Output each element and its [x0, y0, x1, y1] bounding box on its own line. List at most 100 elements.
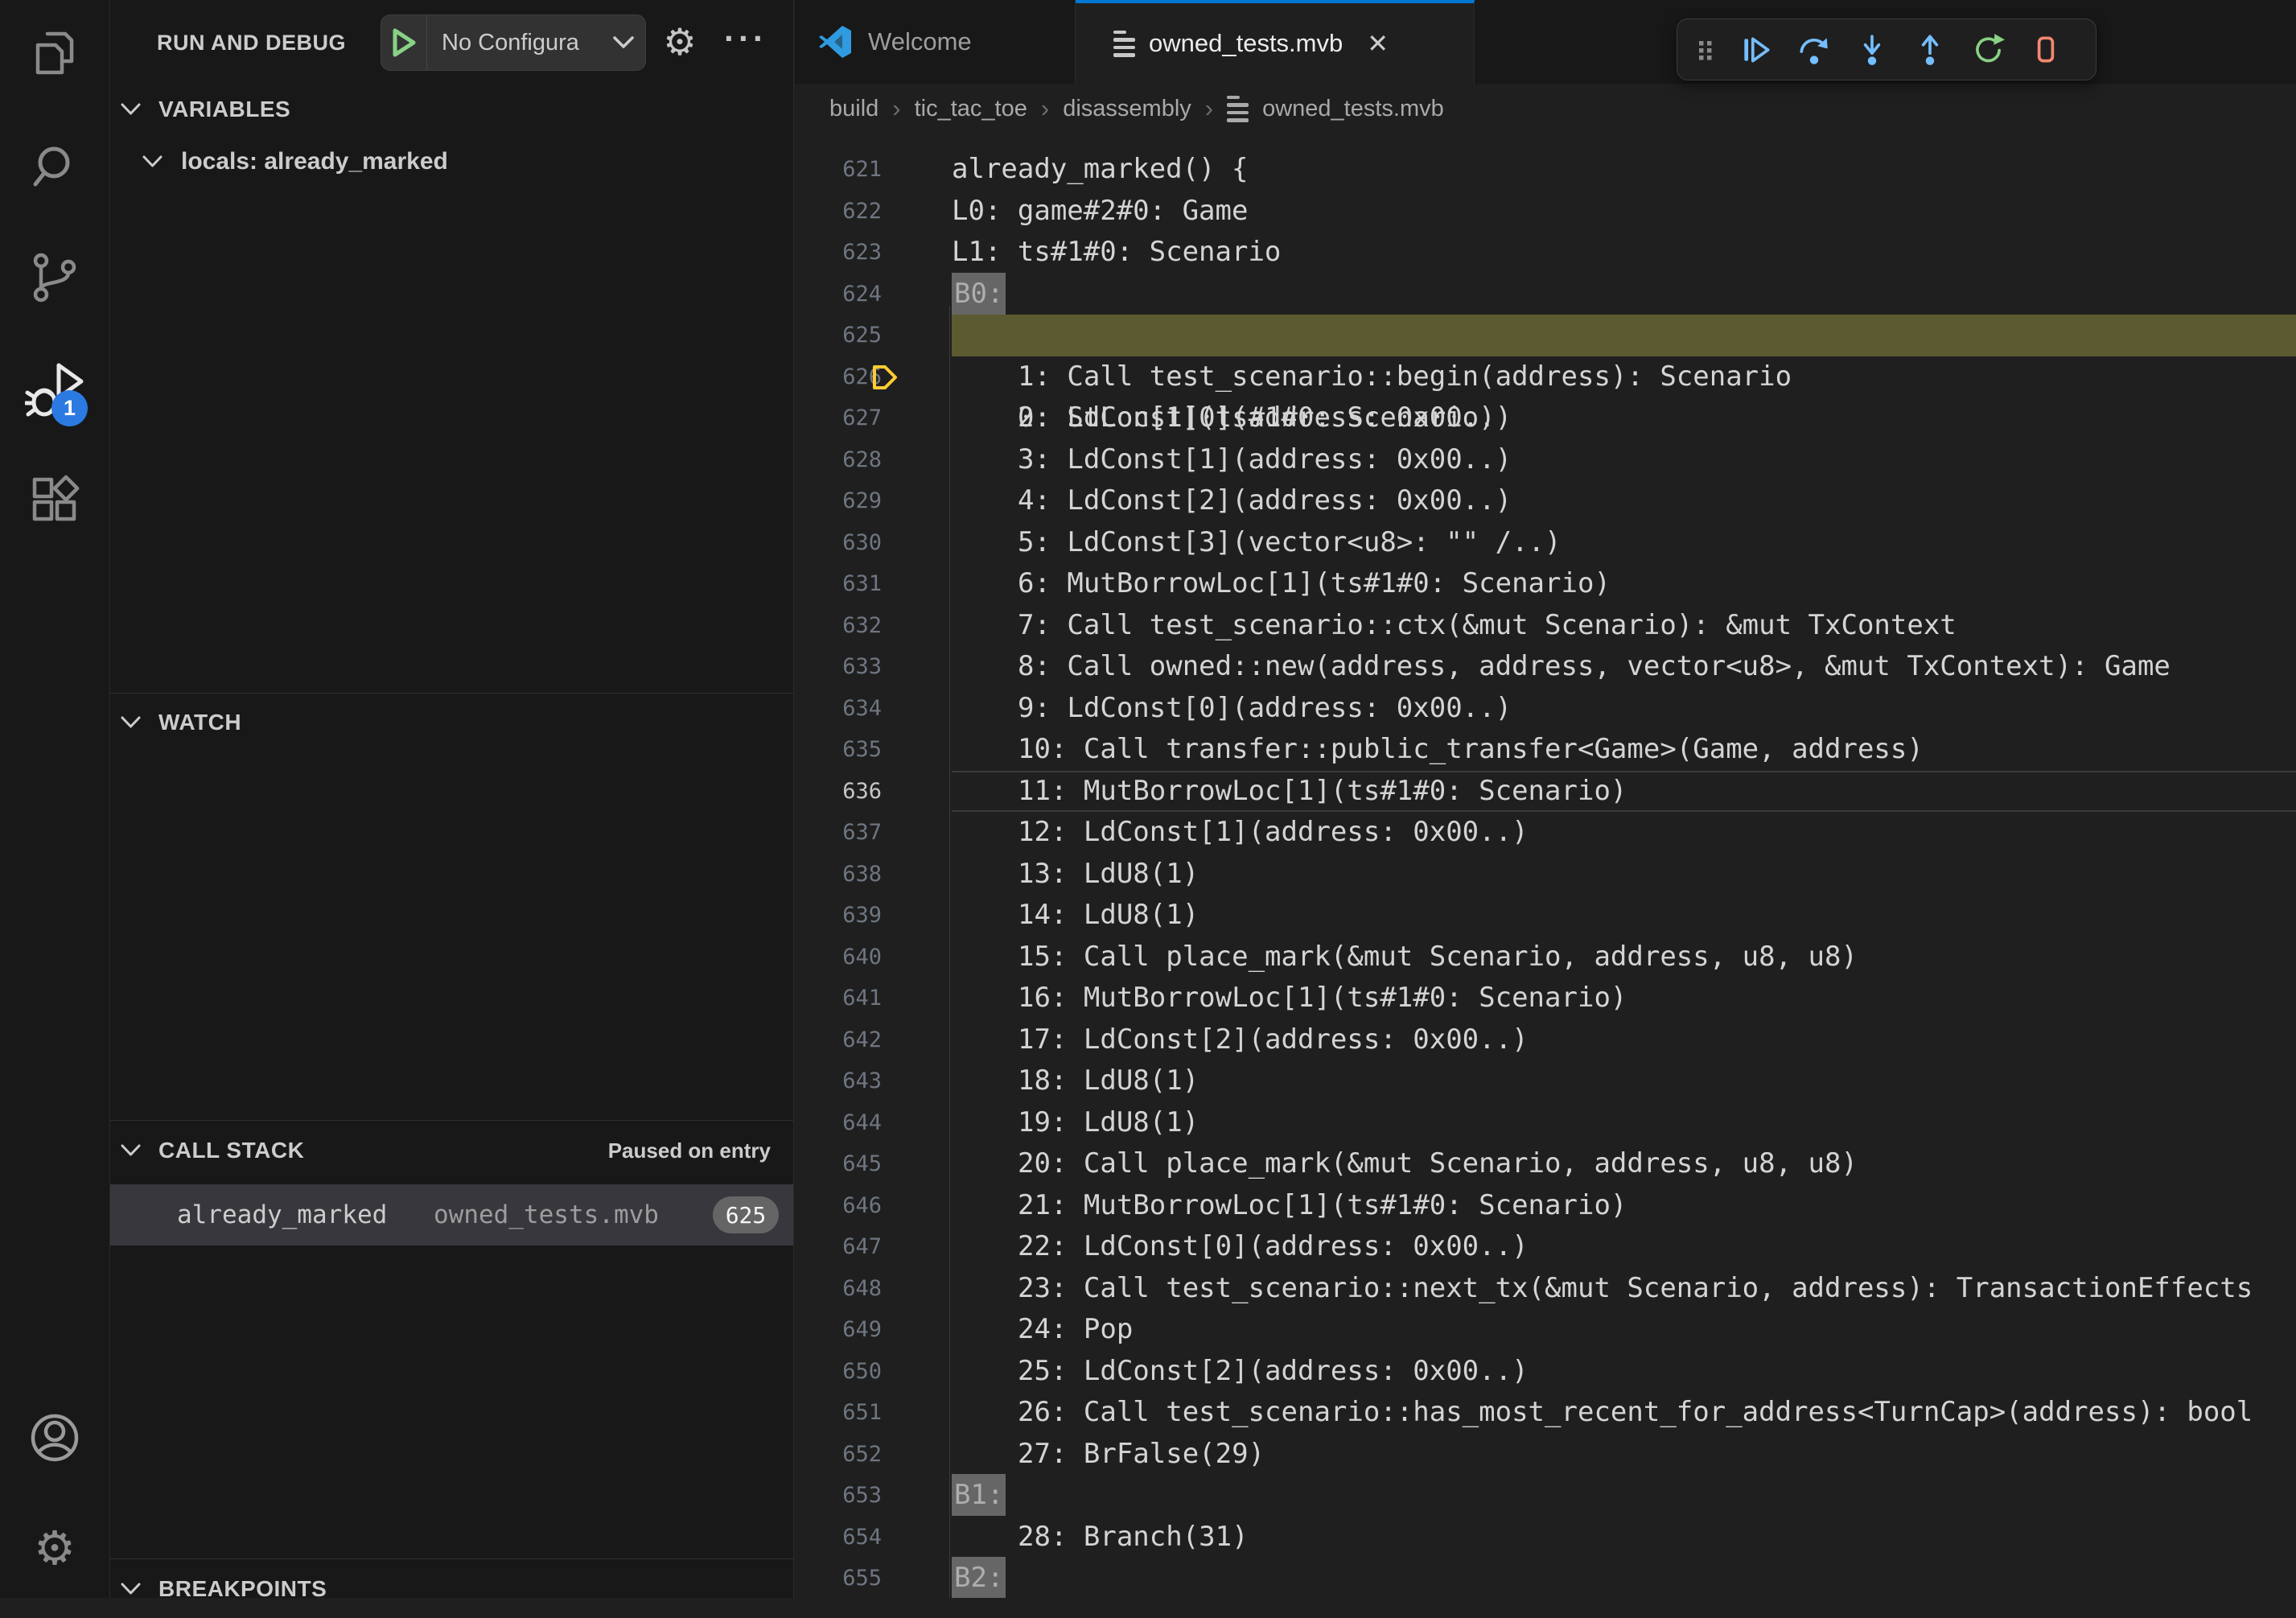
- code-line-634[interactable]: 6349: LdConst[0](address: 0x00..): [795, 688, 2296, 730]
- code-line-636[interactable]: 63611: MutBorrowLoc[1](ts#1#0: Scenario): [795, 771, 2296, 813]
- tab-owned-tests[interactable]: owned_tests.mvb ✕: [1076, 0, 1475, 84]
- code-line-653[interactable]: 653B1:: [795, 1475, 2296, 1517]
- code-line-637[interactable]: 63712: LdConst[1](address: 0x00..): [795, 812, 2296, 854]
- code-line-645[interactable]: 64520: Call place_mark(&mut Scenario, ad…: [795, 1143, 2296, 1185]
- code-line-640[interactable]: 64015: Call place_mark(&mut Scenario, ad…: [795, 937, 2296, 978]
- line-number[interactable]: 633: [795, 646, 882, 688]
- toolbar-drag-handle[interactable]: [1684, 22, 1727, 78]
- call-stack-frame-row[interactable]: already_marked owned_tests.mvb 625: [110, 1184, 793, 1245]
- line-number[interactable]: 621: [795, 149, 882, 191]
- stop-button[interactable]: [2017, 22, 2075, 78]
- locals-scope-row[interactable]: locals: already_marked: [110, 133, 793, 191]
- vscode-logo-icon: [817, 23, 854, 60]
- line-number[interactable]: 652: [795, 1434, 882, 1476]
- line-number[interactable]: 650: [795, 1351, 882, 1393]
- line-number[interactable]: 636: [795, 771, 882, 813]
- debug-settings-button[interactable]: ⚙: [656, 18, 704, 66]
- line-number[interactable]: 623: [795, 232, 882, 274]
- code-editor[interactable]: 621already_marked() {622L0: game#2#0: Ga…: [795, 134, 2296, 1598]
- line-number[interactable]: 655: [795, 1558, 882, 1598]
- line-number[interactable]: 648: [795, 1268, 882, 1310]
- code-line-621[interactable]: 621already_marked() {: [795, 149, 2296, 191]
- code-line-639[interactable]: 63914: LdU8(1): [795, 895, 2296, 937]
- line-number[interactable]: 646: [795, 1185, 882, 1227]
- code-line-632[interactable]: 6327: Call test_scenario::ctx(&mut Scena…: [795, 605, 2296, 647]
- line-number[interactable]: 639: [795, 895, 882, 937]
- code-line-629[interactable]: 6294: LdConst[2](address: 0x00..): [795, 480, 2296, 522]
- close-icon[interactable]: ✕: [1367, 31, 1389, 56]
- line-number[interactable]: 629: [795, 480, 882, 522]
- line-number[interactable]: 630: [795, 522, 882, 564]
- line-number[interactable]: 641: [795, 978, 882, 1019]
- line-number[interactable]: 624: [795, 274, 882, 315]
- code-line-654[interactable]: 65428: Branch(31): [795, 1517, 2296, 1558]
- call-stack-section-header[interactable]: CALL STACK Paused on entry: [110, 1122, 793, 1180]
- line-number[interactable]: 649: [795, 1309, 882, 1351]
- line-number[interactable]: 640: [795, 937, 882, 978]
- code-line-623[interactable]: 623L1: ts#1#0: Scenario: [795, 232, 2296, 274]
- line-number[interactable]: 643: [795, 1060, 882, 1102]
- code-line-642[interactable]: 64217: LdConst[2](address: 0x00..): [795, 1019, 2296, 1061]
- code-line-622[interactable]: 622L0: game#2#0: Game: [795, 191, 2296, 233]
- code-line-643[interactable]: 64318: LdU8(1): [795, 1060, 2296, 1102]
- code-line-652[interactable]: 65227: BrFalse(29): [795, 1434, 2296, 1476]
- variables-section-header[interactable]: VARIABLES: [110, 80, 793, 138]
- sidebar-item-extensions[interactable]: [0, 456, 109, 546]
- sidebar-item-run-and-debug[interactable]: 1: [0, 345, 109, 435]
- code-line-631[interactable]: 6316: MutBorrowLoc[1](ts#1#0: Scenario): [795, 563, 2296, 605]
- restart-button[interactable]: [1959, 22, 2017, 78]
- line-number[interactable]: 654: [795, 1517, 882, 1558]
- code-line-627[interactable]: 6272: StLoc[1](ts#1#0: Scenario): [795, 397, 2296, 439]
- breadcrumb-item[interactable]: tic_tac_toe: [915, 96, 1027, 122]
- breadcrumb-item[interactable]: owned_tests.mvb: [1262, 96, 1444, 122]
- continue-button[interactable]: [1727, 22, 1785, 78]
- line-number[interactable]: 635: [795, 729, 882, 771]
- sidebar-item-search[interactable]: [0, 123, 109, 213]
- code-line-630[interactable]: 6305: LdConst[3](vector<u8>: "" /..): [795, 522, 2296, 564]
- step-over-button[interactable]: [1785, 22, 1843, 78]
- code-line-635[interactable]: 63510: Call transfer::public_transfer<Ga…: [795, 729, 2296, 771]
- line-number[interactable]: 642: [795, 1019, 882, 1061]
- account-button[interactable]: [0, 1394, 109, 1484]
- step-out-button[interactable]: [1901, 22, 1959, 78]
- line-number[interactable]: 647: [795, 1226, 882, 1268]
- line-number[interactable]: 651: [795, 1392, 882, 1434]
- tab-welcome[interactable]: Welcome: [795, 0, 1076, 84]
- line-number[interactable]: 645: [795, 1143, 882, 1185]
- code-line-641[interactable]: 64116: MutBorrowLoc[1](ts#1#0: Scenario): [795, 978, 2296, 1019]
- code-line-646[interactable]: 64621: MutBorrowLoc[1](ts#1#0: Scenario): [795, 1185, 2296, 1227]
- code-line-644[interactable]: 64419: LdU8(1): [795, 1102, 2296, 1144]
- code-line-655[interactable]: 655B2:: [795, 1558, 2296, 1598]
- code-line-648[interactable]: 64823: Call test_scenario::next_tx(&mut …: [795, 1268, 2296, 1310]
- step-into-button[interactable]: [1843, 22, 1901, 78]
- code-line-626[interactable]: 6261: Call test_scenario::begin(address)…: [795, 356, 2296, 398]
- sidebar-item-explorer[interactable]: [0, 10, 109, 101]
- code-line-651[interactable]: 65126: Call test_scenario::has_most_rece…: [795, 1392, 2296, 1434]
- views-more-actions-button[interactable]: ···: [715, 14, 776, 63]
- code-line-638[interactable]: 63813: LdU8(1): [795, 854, 2296, 895]
- vscode-window: 1 ⚙ RUN AND DEBUG: [0, 0, 2296, 1598]
- line-number[interactable]: 644: [795, 1102, 882, 1144]
- line-number[interactable]: 631: [795, 563, 882, 605]
- line-number[interactable]: 653: [795, 1475, 882, 1517]
- settings-button[interactable]: ⚙: [0, 1504, 109, 1594]
- line-number[interactable]: 637: [795, 812, 882, 854]
- breadcrumb-item[interactable]: disassembly: [1063, 96, 1191, 122]
- line-number[interactable]: 638: [795, 854, 882, 895]
- line-number[interactable]: 632: [795, 605, 882, 647]
- breakpoints-section-header[interactable]: BREAKPOINTS: [110, 1560, 793, 1618]
- line-number[interactable]: 622: [795, 191, 882, 233]
- watch-section-header[interactable]: WATCH: [110, 694, 793, 751]
- sidebar-item-source-control[interactable]: [0, 234, 109, 324]
- breadcrumb-item[interactable]: build: [829, 96, 878, 122]
- launch-configuration-dropdown[interactable]: No Configura: [381, 14, 646, 71]
- code-line-625[interactable]: 6250: LdConst[0](address: 0x00..): [795, 315, 2296, 356]
- code-line-650[interactable]: 65025: LdConst[2](address: 0x00..): [795, 1351, 2296, 1393]
- line-number[interactable]: 634: [795, 688, 882, 730]
- start-debugging-button[interactable]: [381, 27, 426, 59]
- code-line-624[interactable]: 624B0:: [795, 274, 2296, 315]
- code-line-649[interactable]: 64924: Pop: [795, 1309, 2296, 1351]
- code-line-628[interactable]: 6283: LdConst[1](address: 0x00..): [795, 439, 2296, 481]
- code-line-633[interactable]: 6338: Call owned::new(address, address, …: [795, 646, 2296, 688]
- code-line-647[interactable]: 64722: LdConst[0](address: 0x00..): [795, 1226, 2296, 1268]
